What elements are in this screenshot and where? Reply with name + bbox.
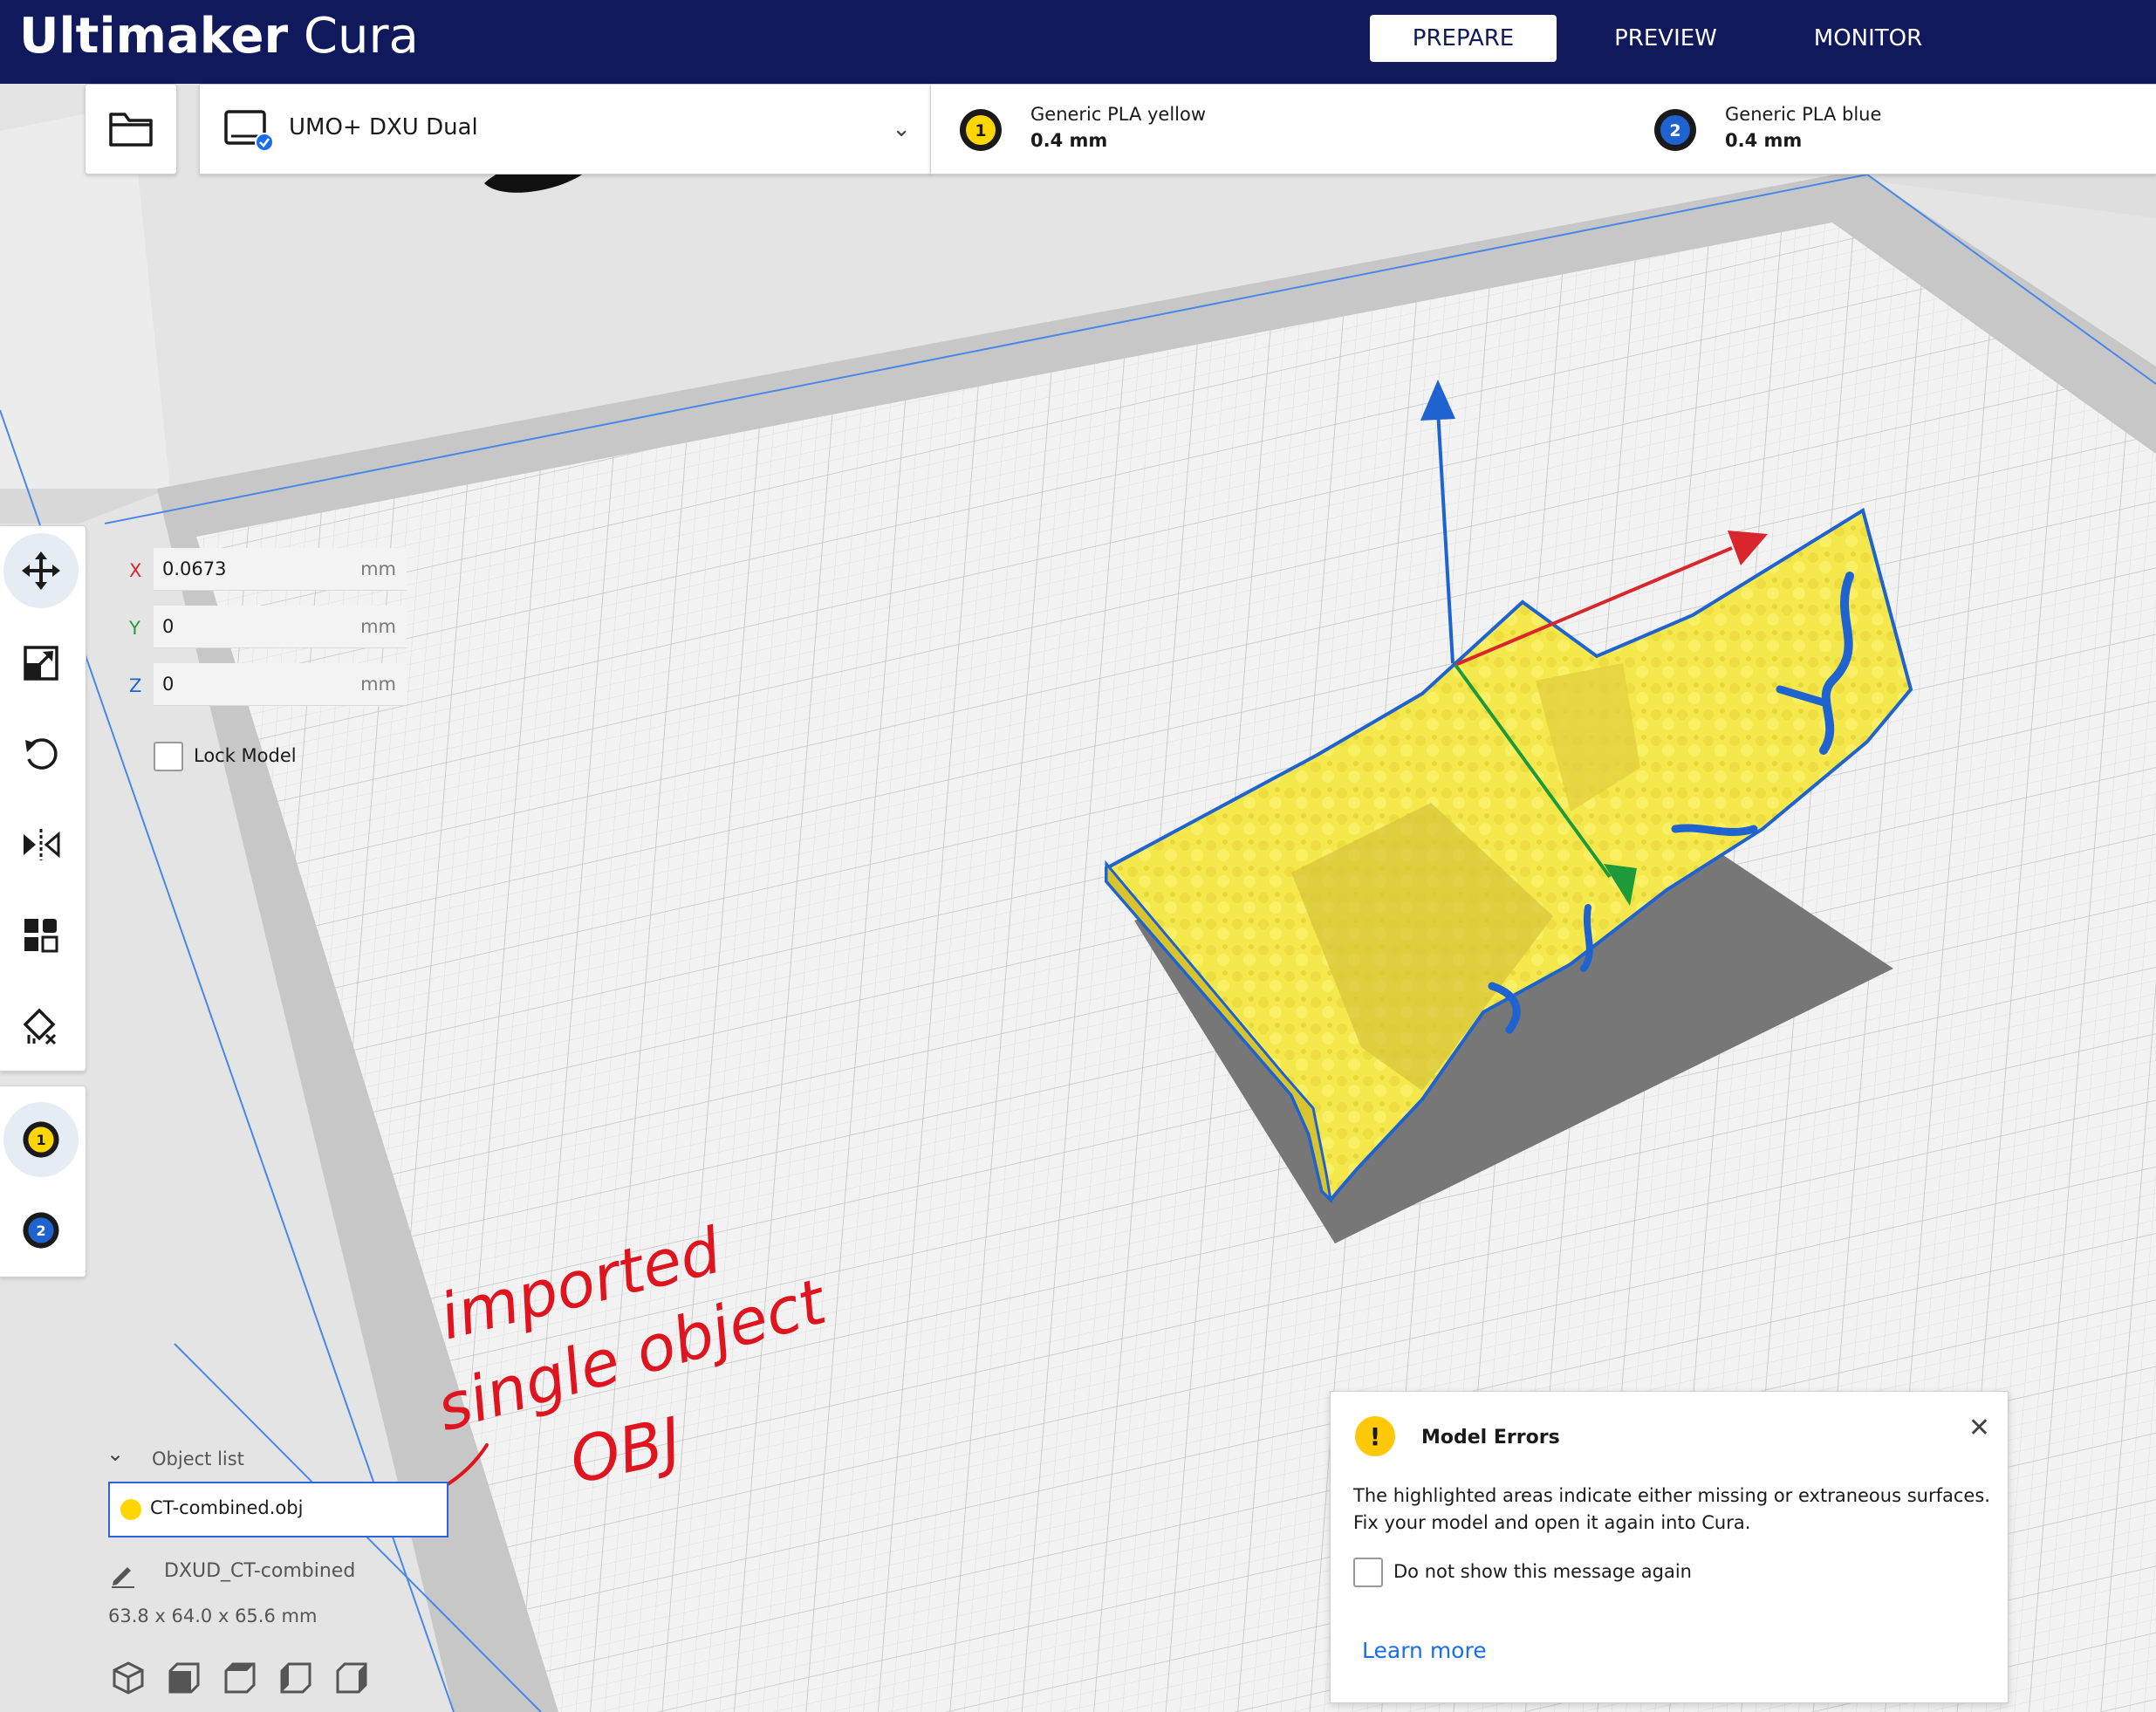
- view-orientation-buttons: [108, 1658, 372, 1698]
- tab-preview[interactable]: PREVIEW: [1572, 15, 1759, 62]
- close-icon[interactable]: ✕: [1968, 1413, 1990, 1443]
- dont-show-again-label: Do not show this message again: [1393, 1561, 1692, 1582]
- dont-show-again-row[interactable]: Do not show this message again: [1353, 1558, 1692, 1591]
- object-list-title: Object list: [152, 1448, 244, 1469]
- support-blocker-button[interactable]: [3, 989, 79, 1064]
- extruder-panel: 1 2: [0, 1085, 86, 1277]
- printer-selector[interactable]: UMO+ DXU Dual ⌄: [199, 84, 931, 175]
- y-value: 0: [162, 616, 175, 637]
- tab-prepare[interactable]: PREPARE: [1370, 15, 1557, 62]
- dont-show-again-checkbox[interactable]: [1353, 1558, 1383, 1587]
- move-tool-button[interactable]: [3, 533, 79, 608]
- material-1-name: Generic PLA yellow: [1030, 104, 1207, 125]
- y-row: Y 0 mm: [113, 606, 410, 651]
- svg-text:1: 1: [975, 121, 986, 140]
- x-value: 0.0673: [162, 558, 227, 579]
- 3d-view-icon: [113, 1661, 144, 1695]
- message-body: The highlighted areas indicate either mi…: [1353, 1485, 1990, 1533]
- z-input[interactable]: 0 mm: [154, 663, 407, 706]
- lock-model-row[interactable]: Lock Model: [154, 742, 297, 775]
- lock-model-checkbox[interactable]: [154, 742, 183, 771]
- stage-tabs: PREPARE PREVIEW MONITOR: [1370, 15, 1977, 62]
- mirror-icon: [24, 829, 60, 860]
- front-view-icon: [168, 1662, 200, 1694]
- folder-icon: [109, 113, 153, 147]
- svg-text:2: 2: [36, 1222, 45, 1239]
- extruder-1-icon: 1: [960, 109, 1002, 151]
- 3d-view-button[interactable]: [108, 1658, 148, 1698]
- app-logo: Ultimaker Cura: [19, 9, 419, 65]
- tool-panel: [0, 525, 86, 1072]
- per-model-settings-icon: [24, 919, 58, 953]
- x-unit: mm: [360, 558, 396, 579]
- extruder-2-icon: 2: [23, 1212, 59, 1249]
- mirror-tool-button[interactable]: [3, 807, 79, 882]
- learn-more-link[interactable]: Learn more: [1362, 1638, 1487, 1663]
- x-input[interactable]: 0.0673 mm: [154, 548, 407, 591]
- z-label: Z: [129, 675, 142, 696]
- model-errors-message: ! Model Errors ✕ The highlighted areas i…: [1330, 1391, 2009, 1703]
- job-name: DXUD_CT-combined: [164, 1560, 356, 1582]
- tab-monitor[interactable]: MONITOR: [1775, 15, 1961, 62]
- printer-header: UMO+ DXU Dual ⌄ 1 Generic PLA yellow 0.4…: [0, 84, 2156, 175]
- y-input[interactable]: 0 mm: [154, 606, 407, 648]
- move-icon: [22, 551, 60, 590]
- list-item[interactable]: CT-combined.obj: [108, 1482, 448, 1537]
- y-label: Y: [129, 618, 140, 639]
- lock-model-label: Lock Model: [194, 745, 297, 766]
- title-bar: Ultimaker Cura PREPARE PREVIEW MONITOR: [0, 0, 2156, 84]
- x-row: X 0.0673 mm: [113, 548, 410, 593]
- message-title: Model Errors: [1421, 1427, 1560, 1448]
- chevron-down-icon: ⌄: [892, 116, 911, 142]
- support-blocker-icon: [23, 1008, 57, 1045]
- rotate-icon: [25, 738, 58, 770]
- object-name: CT-combined.obj: [150, 1497, 304, 1518]
- chevron-down-icon: ⌄: [106, 1442, 125, 1466]
- model-dimensions: 63.8 x 64.0 x 65.6 mm: [108, 1606, 318, 1626]
- right-view-button[interactable]: [332, 1658, 372, 1698]
- printer-icon: [224, 110, 274, 152]
- material-2-name: Generic PLA blue: [1725, 104, 1882, 125]
- top-view-button[interactable]: [220, 1658, 260, 1698]
- extruder-1-button[interactable]: 1: [3, 1102, 79, 1177]
- z-value: 0: [162, 674, 175, 695]
- z-row: Z 0 mm: [113, 663, 410, 709]
- top-view-icon: [224, 1662, 256, 1694]
- per-model-settings-button[interactable]: [3, 898, 79, 973]
- pencil-icon[interactable]: [108, 1558, 138, 1588]
- material-1-nozzle: 0.4 mm: [1030, 130, 1108, 151]
- right-view-icon: [336, 1662, 367, 1694]
- extruder-2-button[interactable]: 2: [3, 1193, 79, 1268]
- printer-name: UMO+ DXU Dual: [289, 114, 478, 140]
- material-2-nozzle: 0.4 mm: [1725, 130, 1803, 151]
- extruder-color-dot: [120, 1499, 141, 1520]
- extruder-2-icon: 2: [1654, 109, 1696, 151]
- svg-text:2: 2: [1669, 121, 1680, 140]
- svg-text:1: 1: [36, 1132, 45, 1148]
- material-selector[interactable]: 1 Generic PLA yellow 0.4 mm 2 Generic PL…: [930, 84, 2156, 175]
- scale-tool-button[interactable]: [3, 626, 79, 701]
- scale-icon: [24, 646, 58, 681]
- z-unit: mm: [360, 674, 396, 695]
- brand-bold: Ultimaker: [19, 8, 289, 65]
- rotate-tool-button[interactable]: [3, 716, 79, 791]
- left-view-icon: [280, 1662, 311, 1694]
- open-file-button[interactable]: [85, 84, 177, 175]
- x-label: X: [129, 560, 142, 581]
- y-unit: mm: [360, 616, 396, 637]
- extruder-1-icon: 1: [23, 1121, 59, 1158]
- job-name-row[interactable]: DXUD_CT-combined: [108, 1558, 355, 1592]
- front-view-button[interactable]: [164, 1658, 204, 1698]
- left-view-button[interactable]: [276, 1658, 316, 1698]
- warning-icon: !: [1355, 1416, 1395, 1456]
- brand-light: Cura: [303, 8, 419, 65]
